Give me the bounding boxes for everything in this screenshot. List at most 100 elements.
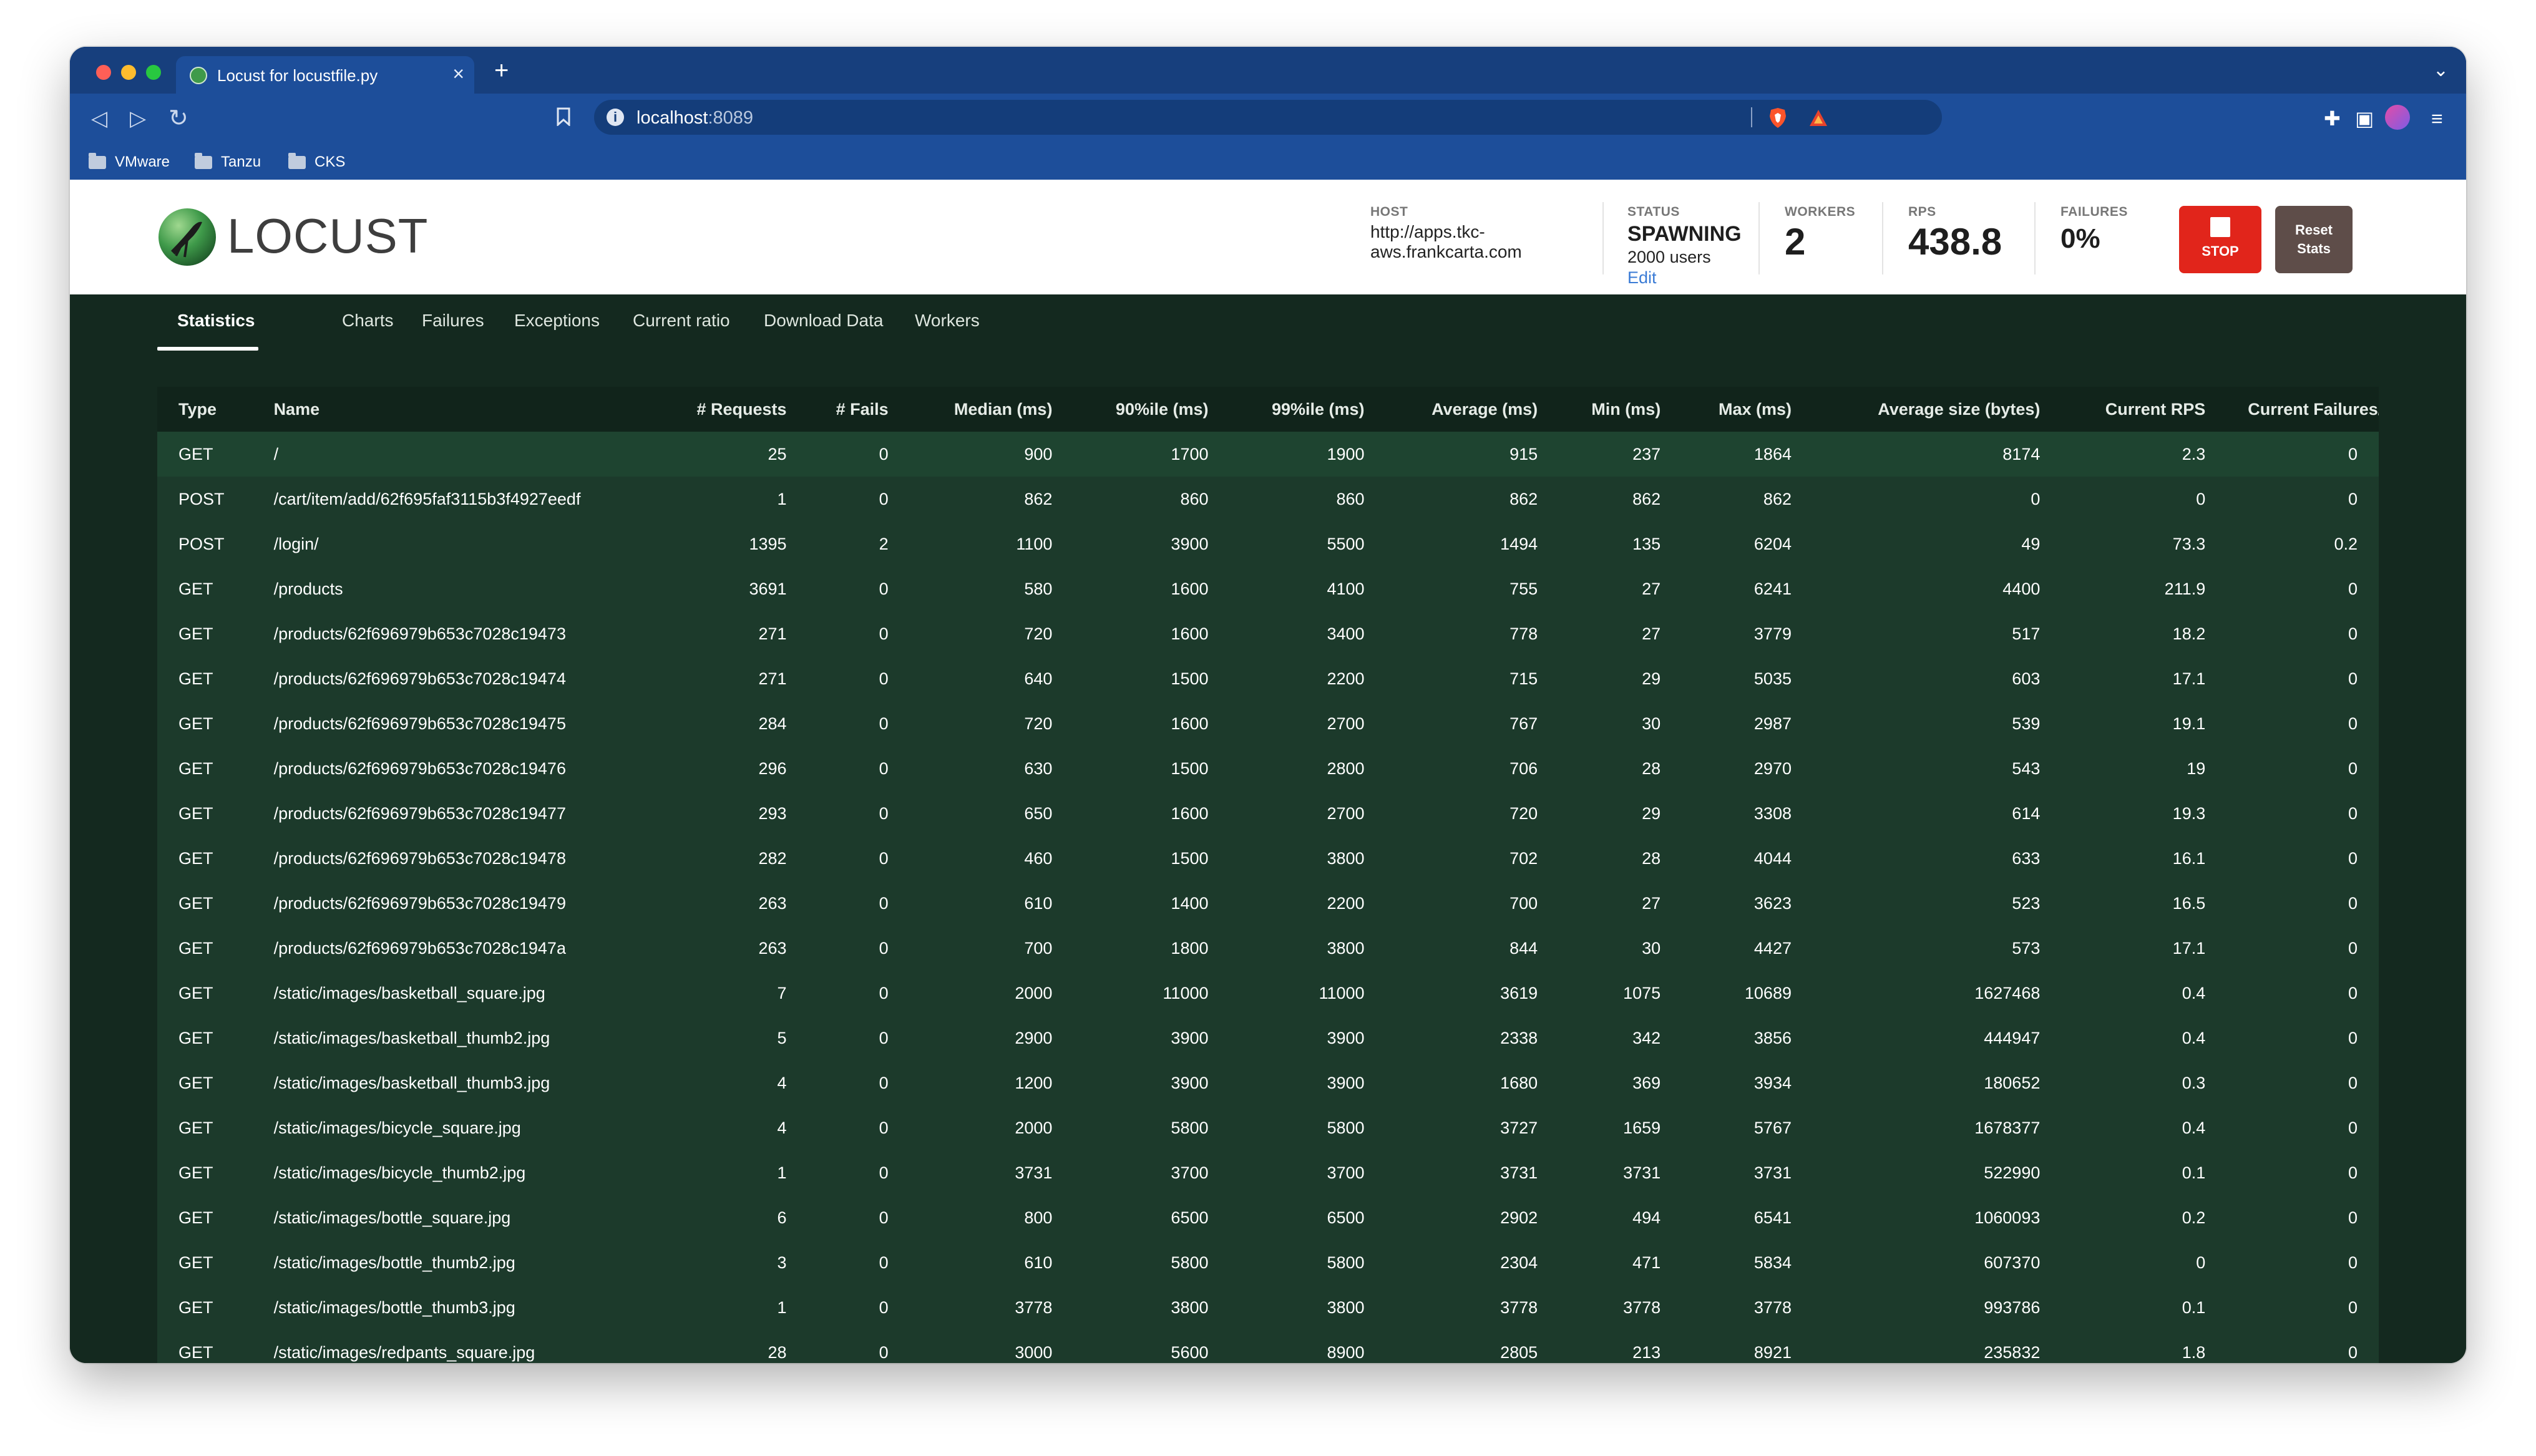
stat-cell: 862 bbox=[909, 477, 1074, 522]
column-header[interactable]: Current RPS bbox=[2061, 387, 2227, 432]
stat-cell: 1 bbox=[662, 1150, 808, 1195]
stat-cell: 0.4 bbox=[2061, 971, 2227, 1016]
stat-cell: 0.3 bbox=[2061, 1060, 2227, 1105]
minimize-window-button[interactable] bbox=[121, 65, 136, 80]
tab-current-ratio[interactable]: Current ratio bbox=[633, 311, 730, 331]
browser-tab-title: Locust for locustfile.py bbox=[217, 66, 378, 85]
stat-cell: 28 bbox=[662, 1330, 808, 1363]
table-row: POST/cart/item/add/62f695faf3115b3f4927e… bbox=[157, 477, 2379, 522]
stat-cell: 523 bbox=[1812, 881, 2062, 926]
address-bar[interactable]: i localhost:8089 bbox=[594, 100, 1942, 135]
stat-cell: 3 bbox=[662, 1240, 808, 1285]
tab-charts[interactable]: Charts bbox=[342, 311, 393, 331]
stat-cell: 0.4 bbox=[2061, 1105, 2227, 1150]
column-header[interactable]: Average size (bytes) bbox=[1812, 387, 2062, 432]
stat-cell: 6541 bbox=[1682, 1195, 1813, 1240]
column-header[interactable]: Current Failures/s bbox=[2226, 387, 2379, 432]
column-header[interactable]: Name bbox=[252, 387, 663, 432]
back-icon[interactable]: ◁ bbox=[91, 106, 107, 131]
maximize-window-button[interactable] bbox=[146, 65, 161, 80]
profile-avatar-icon[interactable] bbox=[2385, 105, 2410, 130]
reset-stats-button[interactable]: Reset Stats bbox=[2275, 206, 2353, 273]
reload-icon[interactable]: ↻ bbox=[168, 106, 188, 131]
bookmarks-bar: VMware Tanzu CKS bbox=[70, 145, 2466, 180]
tab-failures[interactable]: Failures bbox=[422, 311, 484, 331]
stat-cell: 3800 bbox=[1229, 1285, 1386, 1330]
stat-cell: 3308 bbox=[1682, 791, 1813, 836]
stat-cell: 778 bbox=[1385, 611, 1559, 656]
table-row: GET/products/62f696979b653c7028c19474 271… bbox=[157, 656, 2379, 701]
stat-cell: 1060093 bbox=[1812, 1195, 2062, 1240]
table-row: GET/static/images/bottle_thumb3.jpg 1 0 377… bbox=[157, 1285, 2379, 1330]
tab-workers[interactable]: Workers bbox=[915, 311, 980, 331]
column-header[interactable]: Max (ms) bbox=[1682, 387, 1813, 432]
bookmark-folder-tanzu[interactable]: Tanzu bbox=[195, 151, 261, 173]
tab-exceptions[interactable]: Exceptions bbox=[514, 311, 600, 331]
stat-cell: 0 bbox=[807, 1285, 910, 1330]
address-bar-divider bbox=[1751, 107, 1752, 127]
edit-link[interactable]: Edit bbox=[1627, 268, 1742, 288]
table-row: GET/static/images/basketball_square.jpg 7… bbox=[157, 971, 2379, 1016]
stat-cell: 5800 bbox=[1229, 1105, 1386, 1150]
stat-cell: 610 bbox=[909, 881, 1074, 926]
stop-icon bbox=[2210, 217, 2230, 237]
header-divider bbox=[1602, 202, 1604, 274]
stat-cell: 3619 bbox=[1385, 971, 1559, 1016]
stat-cell: 0 bbox=[1812, 477, 2062, 522]
stat-cell: 0 bbox=[2226, 566, 2379, 611]
brave-shields-icon[interactable] bbox=[1768, 107, 1787, 129]
close-window-button[interactable] bbox=[96, 65, 111, 80]
column-header[interactable]: Median (ms) bbox=[909, 387, 1074, 432]
menu-icon[interactable]: ≡ bbox=[2431, 106, 2443, 131]
request-name-cell: /cart/item/add/62f695faf3115b3f4927eedf bbox=[252, 477, 663, 522]
stat-cell: 6500 bbox=[1229, 1195, 1386, 1240]
url-text[interactable]: localhost:8089 bbox=[636, 108, 753, 129]
workers-label: WORKERS bbox=[1785, 205, 1856, 219]
column-header[interactable]: Type bbox=[157, 387, 253, 432]
column-header[interactable]: Average (ms) bbox=[1385, 387, 1559, 432]
browser-tab[interactable]: Locust for locustfile.py × bbox=[176, 56, 474, 94]
request-name-cell: /static/images/bicycle_square.jpg bbox=[252, 1105, 663, 1150]
column-header[interactable]: 99%ile (ms) bbox=[1229, 387, 1386, 432]
stat-cell: 0 bbox=[807, 746, 910, 791]
locust-tabs: Statistics Charts Failures Exceptions Cu… bbox=[157, 294, 2379, 351]
wallet-icon[interactable]: ▣ bbox=[2355, 106, 2374, 131]
bookmark-folder-vmware[interactable]: VMware bbox=[89, 151, 170, 173]
bookmark-icon[interactable] bbox=[557, 107, 570, 126]
stop-button[interactable]: STOP bbox=[2179, 206, 2261, 273]
bookmark-folder-cks[interactable]: CKS bbox=[288, 151, 345, 173]
tab-search-chevron-icon[interactable]: ⌄ bbox=[2433, 59, 2449, 81]
stat-cell: 3727 bbox=[1385, 1105, 1559, 1150]
column-header[interactable]: # Fails bbox=[807, 387, 910, 432]
table-row: GET/static/images/bottle_square.jpg 6 0 800… bbox=[157, 1195, 2379, 1240]
tab-download-data[interactable]: Download Data bbox=[764, 311, 883, 331]
browser-chrome: Locust for locustfile.py × + ⌄ ◁ ▷ ↻ i l… bbox=[70, 47, 2466, 180]
extensions-icon[interactable]: ✚ bbox=[2324, 106, 2341, 131]
tab-statistics[interactable]: Statistics bbox=[177, 311, 255, 331]
stat-cell: 0 bbox=[2226, 1195, 2379, 1240]
stat-cell: 7 bbox=[662, 971, 808, 1016]
table-row: GET/static/images/basketball_thumb2.jpg 5… bbox=[157, 1016, 2379, 1060]
request-name-cell: /products/62f696979b653c7028c1947a bbox=[252, 926, 663, 971]
folder-icon bbox=[195, 152, 212, 169]
forward-icon[interactable]: ▷ bbox=[130, 106, 146, 131]
bookmark-label: Tanzu bbox=[221, 153, 261, 170]
request-name-cell: /products bbox=[252, 566, 663, 611]
stat-cell: 3900 bbox=[1073, 1060, 1230, 1105]
brave-rewards-icon[interactable] bbox=[1808, 109, 1828, 127]
table-row: GET/static/images/bicycle_thumb2.jpg 1 0 37… bbox=[157, 1150, 2379, 1195]
table-row: GET/products/62f696979b653c7028c19475 284… bbox=[157, 701, 2379, 746]
column-header[interactable]: # Requests bbox=[662, 387, 808, 432]
new-tab-icon[interactable]: + bbox=[494, 58, 509, 83]
site-info-icon[interactable]: i bbox=[607, 109, 624, 126]
stat-cell: 0 bbox=[2226, 746, 2379, 791]
column-header[interactable]: Min (ms) bbox=[1559, 387, 1682, 432]
stat-cell: 16.1 bbox=[2061, 836, 2227, 881]
column-header[interactable]: 90%ile (ms) bbox=[1073, 387, 1230, 432]
failures-stat: FAILURES 0% bbox=[2060, 205, 2128, 255]
request-type-cell: GET bbox=[157, 1016, 253, 1060]
stat-cell: 0 bbox=[2226, 1330, 2379, 1363]
header-divider bbox=[1758, 202, 1760, 274]
close-tab-icon[interactable]: × bbox=[452, 62, 464, 85]
stat-cell: 2000 bbox=[909, 971, 1074, 1016]
